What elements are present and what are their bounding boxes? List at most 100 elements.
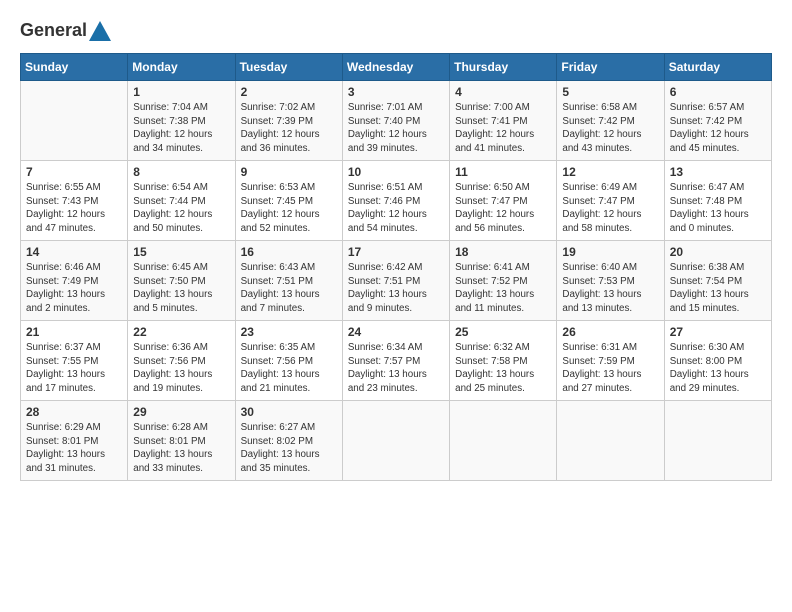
day-info: Sunrise: 6:36 AMSunset: 7:56 PMDaylight:… xyxy=(133,341,229,396)
day-number: 17 xyxy=(348,245,444,259)
day-number: 21 xyxy=(26,325,122,339)
day-number: 10 xyxy=(348,165,444,179)
day-number: 9 xyxy=(241,165,337,179)
day-info: Sunrise: 7:02 AMSunset: 7:39 PMDaylight:… xyxy=(241,101,337,156)
day-info: Sunrise: 6:55 AMSunset: 7:43 PMDaylight:… xyxy=(26,181,122,236)
calendar-cell: 13 Sunrise: 6:47 AMSunset: 7:48 PMDayligh… xyxy=(664,161,771,241)
calendar-cell: 10 Sunrise: 6:51 AMSunset: 7:46 PMDayligh… xyxy=(342,161,449,241)
calendar-cell: 30 Sunrise: 6:27 AMSunset: 8:02 PMDayligh… xyxy=(235,401,342,481)
calendar-cell: 22 Sunrise: 6:36 AMSunset: 7:56 PMDayligh… xyxy=(128,321,235,401)
day-info: Sunrise: 6:28 AMSunset: 8:01 PMDaylight:… xyxy=(133,421,229,476)
day-info: Sunrise: 6:27 AMSunset: 8:02 PMDaylight:… xyxy=(241,421,337,476)
calendar-cell: 25Sunrise: 6:32 AMSunset: 7:58 PMDayligh… xyxy=(450,321,557,401)
day-number: 30 xyxy=(241,405,337,419)
calendar-cell: 8 Sunrise: 6:54 AMSunset: 7:44 PMDaylight… xyxy=(128,161,235,241)
calendar-cell: 28 Sunrise: 6:29 AMSunset: 8:01 PMDayligh… xyxy=(21,401,128,481)
calendar-cell: 2 Sunrise: 7:02 AMSunset: 7:39 PMDaylight… xyxy=(235,81,342,161)
calendar-cell xyxy=(21,81,128,161)
calendar-cell: 11 Sunrise: 6:50 AMSunset: 7:47 PMDayligh… xyxy=(450,161,557,241)
day-number: 20 xyxy=(670,245,766,259)
day-number: 6 xyxy=(670,85,766,99)
day-info: Sunrise: 6:42 AMSunset: 7:51 PMDaylight:… xyxy=(348,261,444,316)
header: General xyxy=(20,20,772,37)
day-info: Sunrise: 6:47 AMSunset: 7:48 PMDaylight:… xyxy=(670,181,766,236)
day-info: Sunrise: 6:51 AMSunset: 7:46 PMDaylight:… xyxy=(348,181,444,236)
calendar-cell: 18 Sunrise: 6:41 AMSunset: 7:52 PMDayligh… xyxy=(450,241,557,321)
logo-bird-icon xyxy=(89,21,111,41)
day-number: 7 xyxy=(26,165,122,179)
day-info: Sunrise: 7:01 AMSunset: 7:40 PMDaylight:… xyxy=(348,101,444,156)
day-number: 28 xyxy=(26,405,122,419)
calendar-cell: 29 Sunrise: 6:28 AMSunset: 8:01 PMDayligh… xyxy=(128,401,235,481)
day-number: 29 xyxy=(133,405,229,419)
calendar-week-3: 14Sunrise: 6:46 AMSunset: 7:49 PMDayligh… xyxy=(21,241,772,321)
day-info: Sunrise: 6:29 AMSunset: 8:01 PMDaylight:… xyxy=(26,421,122,476)
day-number: 27 xyxy=(670,325,766,339)
weekday-header-friday: Friday xyxy=(557,54,664,81)
day-number: 15 xyxy=(133,245,229,259)
day-info: Sunrise: 6:31 AMSunset: 7:59 PMDaylight:… xyxy=(562,341,658,396)
day-number: 5 xyxy=(562,85,658,99)
weekday-header-tuesday: Tuesday xyxy=(235,54,342,81)
day-info: Sunrise: 6:38 AMSunset: 7:54 PMDaylight:… xyxy=(670,261,766,316)
calendar-cell: 26Sunrise: 6:31 AMSunset: 7:59 PMDayligh… xyxy=(557,321,664,401)
calendar-cell: 19 Sunrise: 6:40 AMSunset: 7:53 PMDayligh… xyxy=(557,241,664,321)
day-info: Sunrise: 6:40 AMSunset: 7:53 PMDaylight:… xyxy=(562,261,658,316)
day-number: 1 xyxy=(133,85,229,99)
day-info: Sunrise: 6:43 AMSunset: 7:51 PMDaylight:… xyxy=(241,261,337,316)
weekday-header-thursday: Thursday xyxy=(450,54,557,81)
day-info: Sunrise: 6:34 AMSunset: 7:57 PMDaylight:… xyxy=(348,341,444,396)
calendar-cell: 9 Sunrise: 6:53 AMSunset: 7:45 PMDaylight… xyxy=(235,161,342,241)
day-number: 16 xyxy=(241,245,337,259)
day-info: Sunrise: 6:49 AMSunset: 7:47 PMDaylight:… xyxy=(562,181,658,236)
calendar-cell: 23 Sunrise: 6:35 AMSunset: 7:56 PMDayligh… xyxy=(235,321,342,401)
calendar-week-4: 21Sunrise: 6:37 AMSunset: 7:55 PMDayligh… xyxy=(21,321,772,401)
day-info: Sunrise: 6:50 AMSunset: 7:47 PMDaylight:… xyxy=(455,181,551,236)
day-number: 13 xyxy=(670,165,766,179)
day-number: 11 xyxy=(455,165,551,179)
calendar-cell: 24 Sunrise: 6:34 AMSunset: 7:57 PMDayligh… xyxy=(342,321,449,401)
calendar-header: SundayMondayTuesdayWednesdayThursdayFrid… xyxy=(21,54,772,81)
day-number: 2 xyxy=(241,85,337,99)
calendar-week-5: 28 Sunrise: 6:29 AMSunset: 8:01 PMDayligh… xyxy=(21,401,772,481)
day-number: 12 xyxy=(562,165,658,179)
weekday-header-monday: Monday xyxy=(128,54,235,81)
calendar-cell: 4 Sunrise: 7:00 AMSunset: 7:41 PMDaylight… xyxy=(450,81,557,161)
day-number: 8 xyxy=(133,165,229,179)
calendar-cell: 20 Sunrise: 6:38 AMSunset: 7:54 PMDayligh… xyxy=(664,241,771,321)
calendar-table: SundayMondayTuesdayWednesdayThursdayFrid… xyxy=(20,53,772,481)
calendar-cell: 27 Sunrise: 6:30 AMSunset: 8:00 PMDayligh… xyxy=(664,321,771,401)
day-info: Sunrise: 6:41 AMSunset: 7:52 PMDaylight:… xyxy=(455,261,551,316)
day-number: 4 xyxy=(455,85,551,99)
day-number: 18 xyxy=(455,245,551,259)
day-number: 22 xyxy=(133,325,229,339)
day-number: 3 xyxy=(348,85,444,99)
day-number: 25 xyxy=(455,325,551,339)
day-info: Sunrise: 6:53 AMSunset: 7:45 PMDaylight:… xyxy=(241,181,337,236)
calendar-cell xyxy=(342,401,449,481)
calendar-cell: 1Sunrise: 7:04 AMSunset: 7:38 PMDaylight… xyxy=(128,81,235,161)
calendar-cell: 3 Sunrise: 7:01 AMSunset: 7:40 PMDaylight… xyxy=(342,81,449,161)
weekday-header-saturday: Saturday xyxy=(664,54,771,81)
logo-general: General xyxy=(20,20,87,41)
day-info: Sunrise: 6:35 AMSunset: 7:56 PMDaylight:… xyxy=(241,341,337,396)
calendar-cell xyxy=(557,401,664,481)
calendar-cell xyxy=(450,401,557,481)
calendar-cell: 15 Sunrise: 6:45 AMSunset: 7:50 PMDayligh… xyxy=(128,241,235,321)
calendar-cell: 17 Sunrise: 6:42 AMSunset: 7:51 PMDayligh… xyxy=(342,241,449,321)
day-info: Sunrise: 6:54 AMSunset: 7:44 PMDaylight:… xyxy=(133,181,229,236)
day-number: 23 xyxy=(241,325,337,339)
day-info: Sunrise: 7:00 AMSunset: 7:41 PMDaylight:… xyxy=(455,101,551,156)
weekday-header-sunday: Sunday xyxy=(21,54,128,81)
day-info: Sunrise: 6:30 AMSunset: 8:00 PMDaylight:… xyxy=(670,341,766,396)
day-info: Sunrise: 6:45 AMSunset: 7:50 PMDaylight:… xyxy=(133,261,229,316)
day-number: 19 xyxy=(562,245,658,259)
calendar-cell: 5 Sunrise: 6:58 AMSunset: 7:42 PMDaylight… xyxy=(557,81,664,161)
calendar-cell: 14Sunrise: 6:46 AMSunset: 7:49 PMDayligh… xyxy=(21,241,128,321)
day-number: 24 xyxy=(348,325,444,339)
day-number: 14 xyxy=(26,245,122,259)
calendar-cell: 21Sunrise: 6:37 AMSunset: 7:55 PMDayligh… xyxy=(21,321,128,401)
calendar-cell: 7 Sunrise: 6:55 AMSunset: 7:43 PMDaylight… xyxy=(21,161,128,241)
day-info: Sunrise: 6:58 AMSunset: 7:42 PMDaylight:… xyxy=(562,101,658,156)
calendar-cell: 6Sunrise: 6:57 AMSunset: 7:42 PMDaylight… xyxy=(664,81,771,161)
